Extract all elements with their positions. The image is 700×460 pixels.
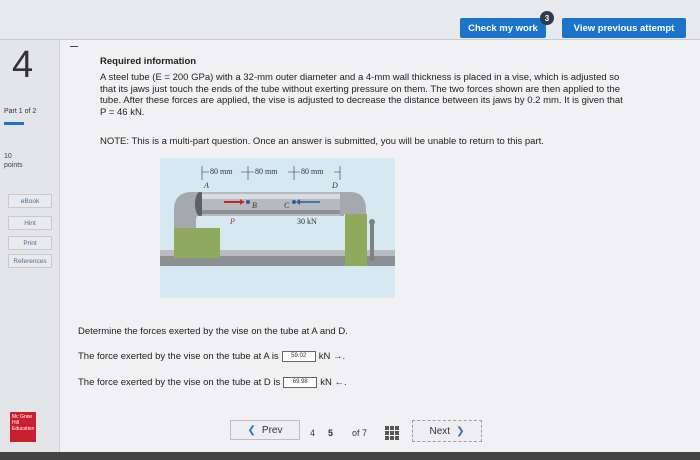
- chevron-right-icon: ❯: [456, 425, 465, 437]
- view-previous-attempt-button[interactable]: View previous attempt: [562, 18, 686, 38]
- page-5-current: 5: [328, 428, 334, 438]
- publisher-logo: Mc Graw Hill Education: [10, 412, 36, 442]
- label-p: P: [229, 217, 235, 226]
- ebook-link-label: eBook: [20, 198, 40, 205]
- chevron-left-icon: ❮: [247, 424, 256, 436]
- main-content: Required information A steel tube (E = 2…: [60, 40, 700, 460]
- bottom-strip: [0, 452, 700, 460]
- check-my-work-button[interactable]: Check my work: [460, 18, 546, 38]
- answer-a-line: The force exerted by the vise on the tub…: [78, 351, 345, 362]
- vise-screw-handle: [370, 220, 374, 260]
- point-c: [292, 200, 296, 204]
- multi-part-note: NOTE: This is a multi-part question. Onc…: [100, 136, 544, 147]
- label-b: B: [252, 201, 257, 210]
- print-link-label: Print: [23, 240, 37, 247]
- answer-a-input[interactable]: 59.02: [281, 351, 316, 362]
- vise-tube-figure: 80 mm 80 mm 80 mm A B C D P 30 kN: [160, 158, 395, 298]
- force-30kn-label: 30 kN: [297, 217, 317, 226]
- divider-tick: [70, 46, 78, 47]
- page-4-link[interactable]: 4: [310, 428, 315, 438]
- next-button[interactable]: Next ❯: [412, 420, 482, 442]
- point-b: [246, 200, 250, 204]
- vise-tube-diagram: 80 mm 80 mm 80 mm A B C D P 30 kN: [160, 166, 395, 266]
- next-label: Next: [429, 425, 451, 437]
- hint-link-label: Hint: [24, 220, 36, 227]
- right-pipe-elbow: [340, 192, 366, 216]
- attempts-badge: 3: [540, 11, 554, 25]
- prev-button[interactable]: ❮ Prev: [230, 420, 300, 440]
- vise-fixed-jaw: [174, 228, 220, 258]
- dimension-label-1: 80 mm: [210, 167, 233, 176]
- points-value: 10: [4, 153, 12, 160]
- page-of-label: of 7: [352, 428, 368, 438]
- part-progress-bar: [4, 122, 24, 125]
- dimension-label-2: 80 mm: [255, 167, 278, 176]
- answer-a-prefix: The force exerted by the vise on the tub…: [78, 351, 279, 362]
- answer-d-input[interactable]: 69.98: [283, 377, 318, 388]
- question-grid-icon[interactable]: [385, 426, 399, 440]
- vise-movable-jaw: [345, 214, 367, 266]
- references-link-label: References: [13, 258, 47, 265]
- label-a: A: [203, 181, 209, 190]
- answer-a-suffix: kN →.: [318, 351, 346, 362]
- problem-statement: A steel tube (E = 200 GPa) with a 32-mm …: [100, 72, 623, 118]
- top-bar: Check my work 3 View previous attempt: [0, 0, 700, 40]
- dimension-label-3: 80 mm: [301, 167, 324, 176]
- label-c: C: [284, 201, 290, 210]
- answer-d-line: The force exerted by the vise on the tub…: [78, 377, 347, 388]
- part-label: Part 1 of 2: [4, 108, 37, 115]
- answer-d-prefix: The force exerted by the vise on the tub…: [78, 377, 281, 388]
- question-number: 4: [12, 44, 34, 86]
- sidebar: 4 Part 1 of 2 10 points eBook Hint Print…: [0, 40, 60, 460]
- points-label: points: [4, 162, 23, 169]
- required-information-heading: Required information: [100, 56, 197, 67]
- answer-d-suffix: kN ←.: [320, 377, 347, 388]
- prev-label: Prev: [261, 424, 283, 436]
- points: 10 points: [4, 152, 23, 170]
- pagination: ❮ Prev 4 5 of 7 Next ❯: [60, 412, 700, 452]
- label-d: D: [331, 181, 338, 190]
- question-text: Determine the forces exerted by the vise…: [78, 326, 348, 337]
